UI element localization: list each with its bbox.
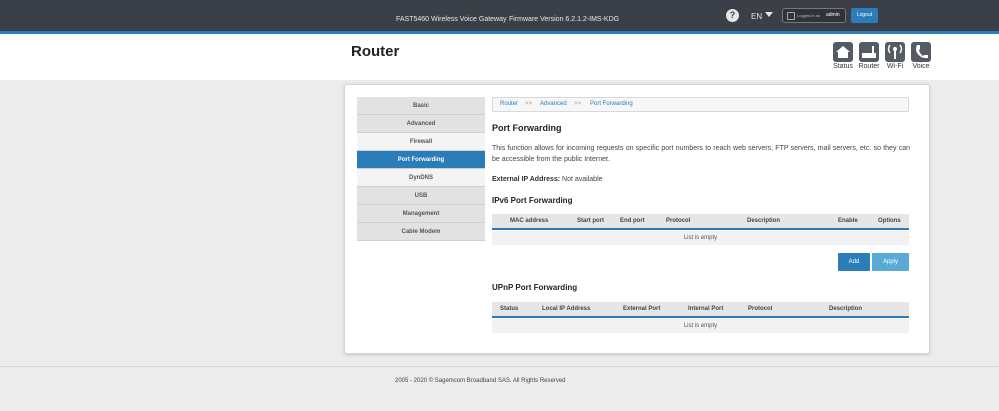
nav-wifi-label[interactable]: Wi-Fi bbox=[882, 63, 908, 70]
column-header: Description bbox=[747, 218, 781, 224]
sidebar-item-port-forwarding[interactable]: Port Forwarding bbox=[357, 151, 485, 169]
column-header: Description bbox=[829, 306, 863, 312]
column-header: Enable bbox=[838, 218, 858, 224]
page-title: Router bbox=[351, 43, 400, 60]
add-button[interactable]: Add bbox=[838, 253, 870, 271]
column-header: End port bbox=[620, 218, 645, 224]
sidebar-item-basic[interactable]: Basic bbox=[357, 97, 485, 115]
language-selector[interactable]: EN bbox=[751, 12, 762, 21]
breadcrumb-separator: >> bbox=[574, 101, 582, 107]
ipv6-title: IPv6 Port Forwarding bbox=[492, 196, 573, 205]
sidebar-item-management[interactable]: Management bbox=[357, 205, 485, 223]
nav-router-label[interactable]: Router bbox=[856, 63, 882, 70]
column-header: Internal Port bbox=[688, 306, 724, 312]
sidebar-item-cable-modem[interactable]: Cable Modem bbox=[357, 223, 485, 241]
logout-button[interactable]: Logout bbox=[851, 8, 878, 23]
column-header: Status bbox=[500, 306, 519, 312]
breadcrumb: Router >> Advanced >> Port Forwarding bbox=[492, 97, 909, 112]
upnp-table-header: Status Local IP Address External Port In… bbox=[492, 302, 909, 318]
user-icon bbox=[787, 12, 795, 20]
top-bar: FAST5460 Wireless Voice Gateway Firmware… bbox=[0, 0, 999, 31]
upnp-empty-row: List is empty bbox=[492, 319, 909, 333]
upnp-title: UPnP Port Forwarding bbox=[492, 283, 578, 292]
wifi-icon bbox=[887, 44, 903, 59]
nav-voice-label[interactable]: Voice bbox=[908, 63, 934, 70]
ipv6-table-header: MAC address Start port End port Protocol… bbox=[492, 214, 909, 230]
phone-icon bbox=[916, 45, 928, 59]
username: admin bbox=[826, 12, 840, 18]
breadcrumb-port-forwarding[interactable]: Port Forwarding bbox=[590, 98, 633, 111]
nav-status-label[interactable]: Status bbox=[830, 63, 856, 70]
breadcrumb-advanced[interactable]: Advanced bbox=[540, 98, 567, 111]
apply-button[interactable]: Apply bbox=[872, 253, 909, 271]
column-header: Options bbox=[878, 218, 901, 224]
login-status: Logged in as admin bbox=[782, 8, 846, 23]
logged-in-label: Logged in as bbox=[797, 13, 820, 18]
column-header: Protocol bbox=[666, 218, 691, 224]
external-ip-label: External IP Address: bbox=[492, 176, 561, 183]
nav-wifi-button[interactable] bbox=[885, 42, 905, 62]
column-header: External Port bbox=[623, 306, 661, 312]
breadcrumb-router[interactable]: Router bbox=[500, 98, 518, 111]
footer-divider bbox=[0, 366, 999, 367]
sidebar: Basic Advanced Firewall Port Forwarding … bbox=[357, 97, 485, 241]
firmware-version: Firmware Version 6.2.1.2-IMS-KDG bbox=[509, 16, 620, 23]
sidebar-item-advanced[interactable]: Advanced bbox=[357, 115, 485, 133]
sidebar-item-firewall[interactable]: Firewall bbox=[357, 133, 485, 151]
column-header: Local IP Address bbox=[542, 306, 591, 312]
router-icon bbox=[862, 46, 876, 58]
nav-voice-button[interactable] bbox=[911, 42, 931, 62]
description: This function allows for incoming reques… bbox=[492, 145, 910, 163]
device-model: FAST5460 Wireless Voice Gateway bbox=[396, 16, 507, 23]
external-ip: External IP Address: Not available bbox=[492, 176, 603, 183]
column-header: MAC address bbox=[510, 218, 549, 224]
column-header: Protocol bbox=[748, 306, 773, 312]
sidebar-item-dyndns[interactable]: DynDNS bbox=[357, 169, 485, 187]
footer-copyright: 2005 - 2020 © Sagemcom Broadband SAS. Al… bbox=[395, 378, 566, 384]
column-header: Start port bbox=[577, 218, 604, 224]
chevron-down-icon[interactable] bbox=[765, 12, 773, 17]
home-icon bbox=[836, 46, 850, 58]
content-title: Port Forwarding bbox=[492, 123, 562, 133]
ipv6-empty-row: List is empty bbox=[492, 231, 909, 245]
nav-router-button[interactable] bbox=[859, 42, 879, 62]
external-ip-value: Not available bbox=[562, 176, 603, 183]
nav-status-button[interactable] bbox=[833, 42, 853, 62]
breadcrumb-separator: >> bbox=[525, 101, 533, 107]
help-icon[interactable]: ? bbox=[726, 9, 739, 22]
sidebar-item-usb[interactable]: USB bbox=[357, 187, 485, 205]
